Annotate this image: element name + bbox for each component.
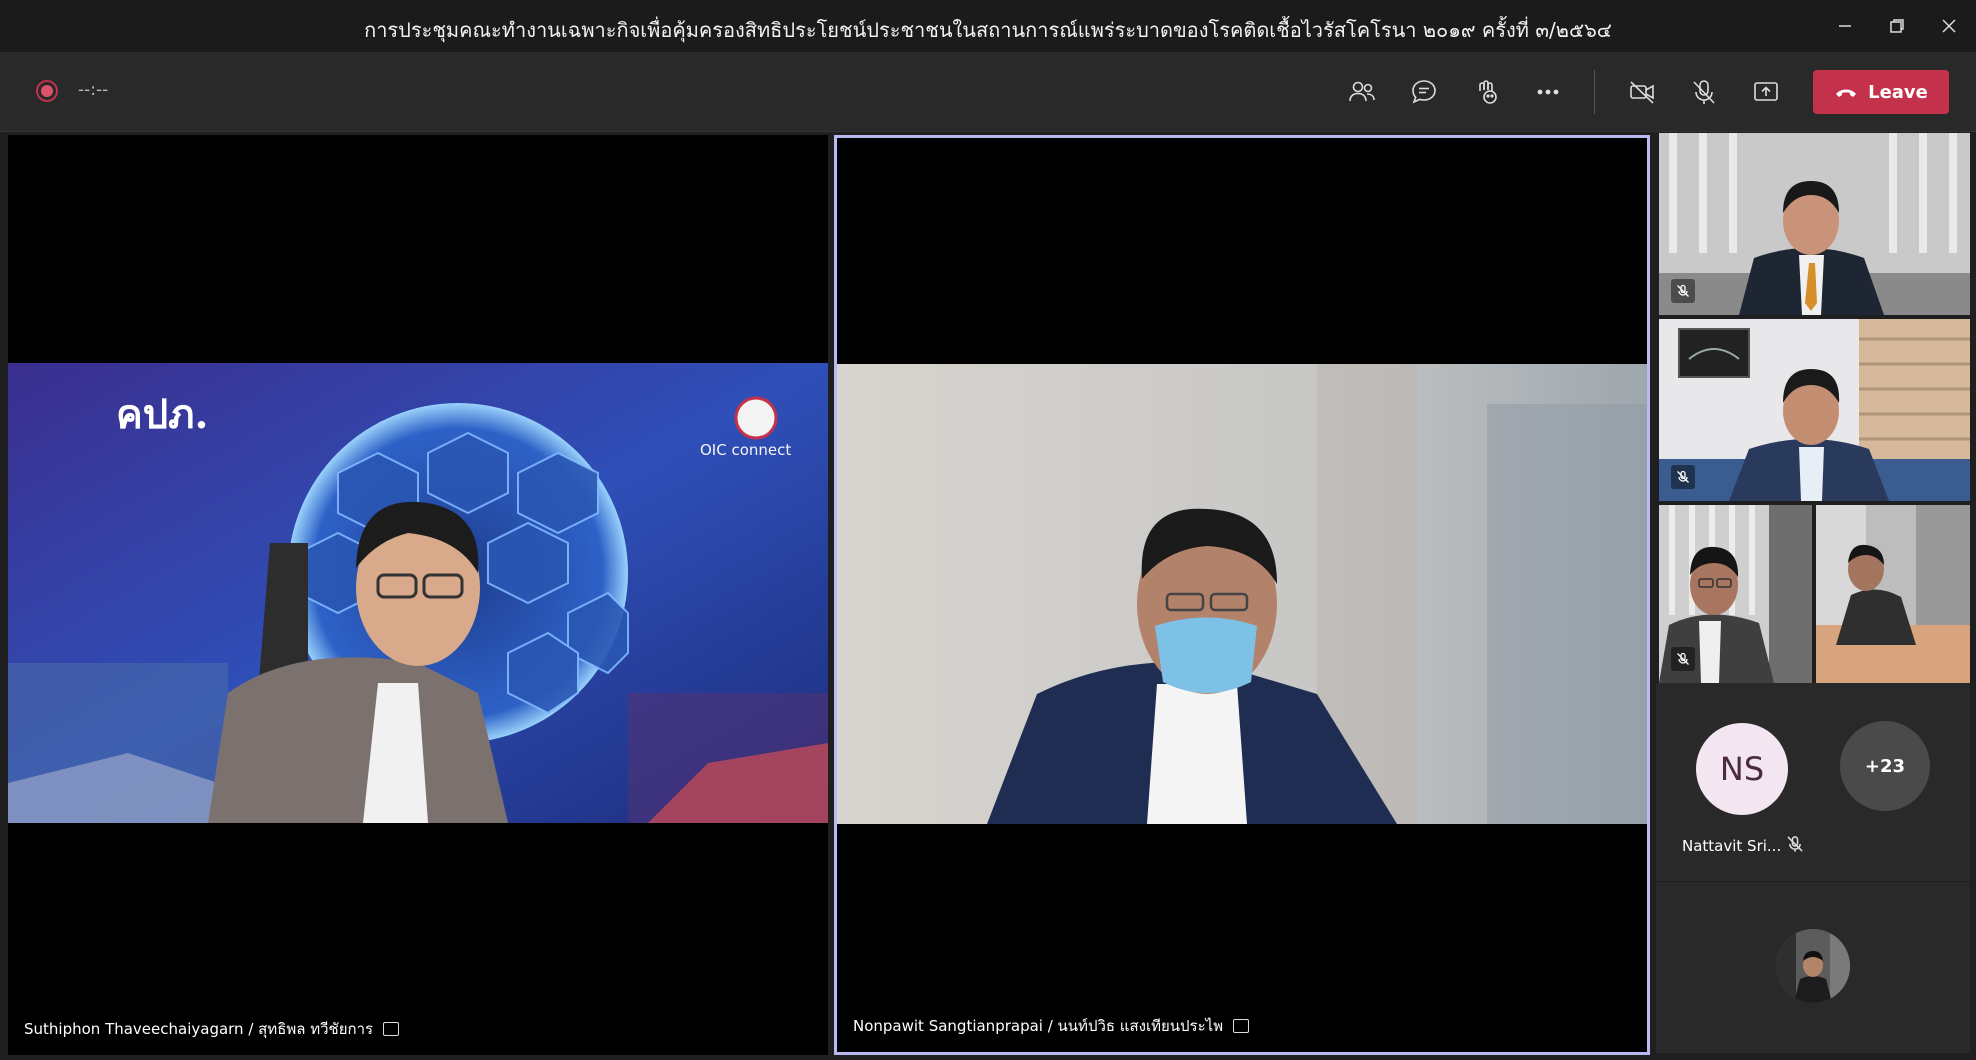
toolbar-divider [1594, 70, 1595, 114]
participant-video-feed [1659, 319, 1970, 501]
title-bar: การประชุมคณะทำงานเฉพาะกิจเพื่อคุ้มครองสิ… [0, 0, 1976, 52]
participant-thumbnail[interactable] [1659, 319, 1970, 501]
participant-video-feed: คปภ. OIC connect [8, 363, 828, 823]
self-view-video [1776, 929, 1850, 1003]
chat-icon [1412, 80, 1436, 104]
avatar-participant-name: Nattavit Sri... [1682, 837, 1782, 855]
restore-icon [1890, 19, 1904, 33]
participant-muted-icon [1671, 647, 1695, 671]
participant-video-feed [1659, 133, 1970, 315]
participant-caption: Suthiphon Thaveechaiyagarn / สุทธิพล ทวี… [24, 1017, 400, 1041]
participant-video-feed [1816, 505, 1970, 683]
share-screen-button[interactable] [1744, 70, 1788, 114]
phone-hangup-icon [1836, 89, 1857, 97]
participant-muted-icon [1671, 279, 1695, 303]
meeting-toolbar: --:-- Leave [0, 52, 1976, 132]
self-view-avatar[interactable] [1776, 929, 1850, 1003]
mic-toggle-button[interactable] [1682, 70, 1726, 114]
meeting-title: การประชุมคณะทำงานเฉพาะกิจเพื่อคุ้มครองสิ… [364, 18, 1612, 42]
participant-caption: Nonpawit Sangtianprapai / นนท์ปวิธ แสงเท… [853, 1014, 1250, 1038]
more-icon [1537, 89, 1559, 95]
overflow-count: +23 [1864, 755, 1906, 777]
mic-off-icon [1693, 80, 1715, 104]
participant-avatar[interactable]: NS [1696, 723, 1788, 815]
avatar-initials: NS [1719, 750, 1765, 788]
leave-button[interactable]: Leave [1813, 70, 1949, 114]
participant-overflow-panel: NS +23 Nattavit Sri... [1656, 683, 1970, 1053]
rail-divider [1656, 881, 1970, 882]
camera-toggle-button[interactable] [1620, 70, 1664, 114]
screen-share-indicator-icon [383, 1022, 400, 1036]
participant-tile-suthiphon[interactable]: คปภ. OIC connect Suthiphon Thaveechaiyag… [8, 135, 828, 1055]
camera-off-icon [1630, 81, 1654, 104]
more-actions-button[interactable] [1526, 70, 1570, 114]
recording-icon [36, 80, 58, 102]
minimize-icon [1839, 25, 1851, 27]
chat-button[interactable] [1402, 70, 1446, 114]
more-participants-button[interactable]: +23 [1840, 721, 1930, 811]
participant-muted-icon [1671, 465, 1695, 489]
svg-text:OIC connect: OIC connect [700, 441, 791, 459]
mic-off-icon [1786, 835, 1804, 857]
reactions-button[interactable] [1464, 70, 1508, 114]
participant-thumbnail[interactable] [1659, 505, 1812, 683]
close-icon [1942, 19, 1956, 33]
leave-label: Leave [1868, 81, 1928, 103]
minimize-button[interactable] [1822, 8, 1868, 44]
maximize-button[interactable] [1874, 8, 1920, 44]
participant-rail: NS +23 Nattavit Sri... [1656, 133, 1976, 1060]
video-stage: คปภ. OIC connect Suthiphon Thaveechaiyag… [0, 133, 1976, 1060]
participant-name: Suthiphon Thaveechaiyagarn / สุทธิพล ทวี… [24, 1020, 374, 1038]
participant-name: Nonpawit Sangtianprapai / นนท์ปวิธ แสงเท… [853, 1017, 1224, 1035]
screen-share-indicator-icon [1233, 1019, 1250, 1033]
reactions-icon [1479, 80, 1497, 104]
participants-button[interactable] [1340, 70, 1384, 114]
participant-tile-nonpawit[interactable]: Nonpawit Sangtianprapai / นนท์ปวิธ แสงเท… [834, 135, 1650, 1055]
close-button[interactable] [1926, 8, 1972, 44]
meeting-timer: --:-- [78, 80, 109, 100]
share-icon [1754, 82, 1778, 101]
participant-thumbnail[interactable] [1659, 133, 1970, 315]
participant-thumbnail[interactable] [1816, 505, 1970, 683]
participant-video-feed [837, 364, 1647, 824]
svg-text:คปภ.: คปภ. [116, 391, 208, 438]
participants-icon [1349, 81, 1375, 102]
